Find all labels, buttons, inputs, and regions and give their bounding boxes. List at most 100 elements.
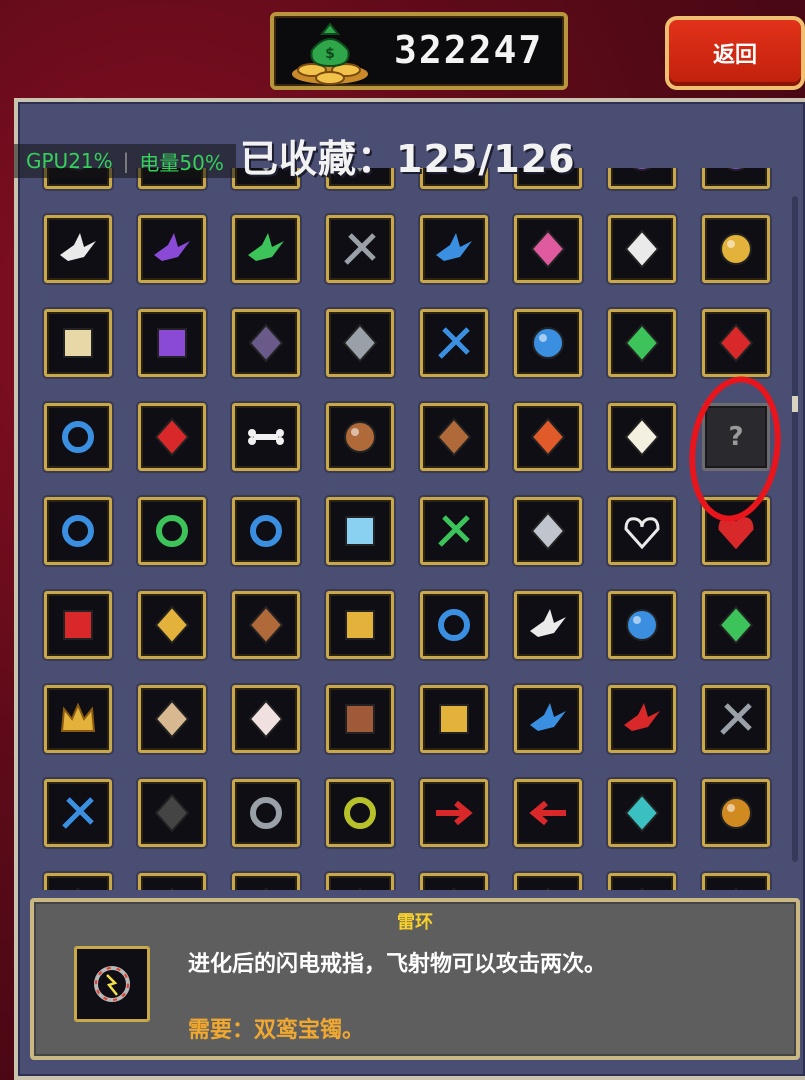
collection-item-slot[interactable] (702, 779, 770, 847)
thunder-ring-icon (74, 946, 150, 1022)
collection-item-slot[interactable] (232, 779, 300, 847)
item-description: 进化后的闪电戒指，飞射物可以攻击两次。 (188, 952, 607, 977)
gray-pillar-icon (342, 323, 378, 363)
collection-item-slot[interactable] (514, 779, 582, 847)
currency-display: $ 322247 (270, 12, 568, 90)
collection-item-slot[interactable] (232, 685, 300, 753)
collection-item-slot[interactable] (702, 168, 770, 189)
item-grid-inner: ? (28, 168, 788, 890)
collection-item-slot[interactable] (138, 873, 206, 890)
collection-item-slot[interactable] (608, 497, 676, 565)
collection-item-slot[interactable] (514, 497, 582, 565)
collection-item-slot[interactable] (232, 403, 300, 471)
collection-item-slot[interactable] (44, 779, 112, 847)
red-cape-icon (718, 323, 754, 363)
collection-item-slot[interactable] (608, 215, 676, 283)
collection-item-slot[interactable] (44, 309, 112, 377)
item-grid[interactable]: ? (28, 168, 788, 890)
coin-count: 322247 (394, 28, 544, 72)
collection-item-slot[interactable] (420, 497, 488, 565)
collection-item-slot[interactable] (326, 215, 394, 283)
blue-hook-icon (438, 327, 470, 359)
crystal-icon (624, 793, 660, 833)
collection-item-slot[interactable] (232, 309, 300, 377)
gold-bar-icon (439, 704, 469, 734)
collection-item-slot[interactable] (702, 309, 770, 377)
collection-item-slot[interactable] (702, 685, 770, 753)
collection-item-slot[interactable] (44, 215, 112, 283)
collection-item-slot[interactable] (326, 497, 394, 565)
collection-item-slot[interactable] (326, 873, 394, 890)
collection-item-slot[interactable] (514, 403, 582, 471)
collection-item-slot[interactable] (514, 215, 582, 283)
collection-item-slot[interactable] (514, 591, 582, 659)
collection-item-slot[interactable] (138, 779, 206, 847)
collection-item-slot[interactable] (326, 309, 394, 377)
green-item-icon (75, 887, 81, 890)
item-name: 雷环 (397, 912, 433, 933)
collection-item-slot[interactable] (232, 215, 300, 283)
amber-gem-icon (720, 797, 752, 829)
collection-item-slot[interactable] (608, 591, 676, 659)
bronze-orb-icon (344, 421, 376, 453)
grid-scrollbar[interactable] (792, 196, 798, 862)
money-bag-coins-icon: $ (292, 22, 368, 85)
collection-item-slot[interactable] (44, 403, 112, 471)
mask-icon (154, 699, 190, 739)
collection-item-slot[interactable] (608, 779, 676, 847)
red-tome-icon (63, 610, 93, 640)
black-cat-icon (154, 793, 190, 833)
collection-item-slot[interactable] (514, 309, 582, 377)
collection-item-slot[interactable] (232, 873, 300, 890)
collection-item-slot[interactable] (232, 591, 300, 659)
collection-item-slot[interactable] (138, 591, 206, 659)
collection-item-slot[interactable] (514, 873, 582, 890)
collection-item-slot[interactable] (138, 497, 206, 565)
back-button[interactable]: 返回 (665, 16, 805, 90)
collection-item-slot[interactable] (702, 873, 770, 890)
dark-tower-icon (248, 323, 284, 363)
collection-item-slot[interactable] (420, 873, 488, 890)
red-rose-icon (154, 417, 190, 457)
system-overlay: GPU21% | 电量50% (14, 144, 236, 178)
collection-item-slot[interactable] (608, 685, 676, 753)
collection-item-slot[interactable] (420, 591, 488, 659)
collection-item-slot[interactable] (326, 403, 394, 471)
collection-item-slot[interactable] (44, 873, 112, 890)
collection-item-slot[interactable] (608, 168, 676, 189)
red-bird-icon (624, 703, 660, 731)
collection-item-slot[interactable] (420, 403, 488, 471)
collection-item-slot[interactable] (326, 779, 394, 847)
collection-item-slot[interactable] (420, 779, 488, 847)
item-requirement: 需要：双鸾宝镯。 (188, 1018, 365, 1043)
scroll-thumb[interactable] (792, 396, 798, 412)
collection-item-slot[interactable] (138, 309, 206, 377)
collection-item-slot[interactable] (702, 591, 770, 659)
sapphire-ring-icon (438, 609, 470, 641)
blue-bat-icon (436, 233, 472, 261)
collection-item-slot[interactable] (420, 215, 488, 283)
collection-item-slot[interactable] (138, 403, 206, 471)
collection-item-slot[interactable] (702, 215, 770, 283)
collection-item-slot[interactable] (420, 685, 488, 753)
collection-item-slot[interactable] (326, 591, 394, 659)
collection-item-slot[interactable] (232, 497, 300, 565)
collection-item-slot[interactable] (138, 685, 206, 753)
collection-item-slot[interactable] (420, 309, 488, 377)
collection-item-slot[interactable] (44, 591, 112, 659)
olive-ring-icon (344, 797, 376, 829)
collection-item-slot[interactable] (608, 403, 676, 471)
collection-item-slot[interactable] (608, 873, 676, 890)
egg-icon (624, 417, 660, 457)
overlay-divider: | (122, 149, 130, 173)
collection-count-title: 已收藏：125/126 (240, 137, 576, 181)
gpu-usage: GPU21% (26, 149, 113, 173)
collection-item-slot[interactable] (138, 215, 206, 283)
collection-item-slot[interactable] (514, 685, 582, 753)
bone-icon (248, 429, 284, 445)
collection-item-slot[interactable] (326, 685, 394, 753)
collection-item-slot[interactable] (44, 497, 112, 565)
collection-item-slot[interactable] (608, 309, 676, 377)
collection-item-slot[interactable] (44, 685, 112, 753)
purple-gem-icon (726, 168, 746, 171)
